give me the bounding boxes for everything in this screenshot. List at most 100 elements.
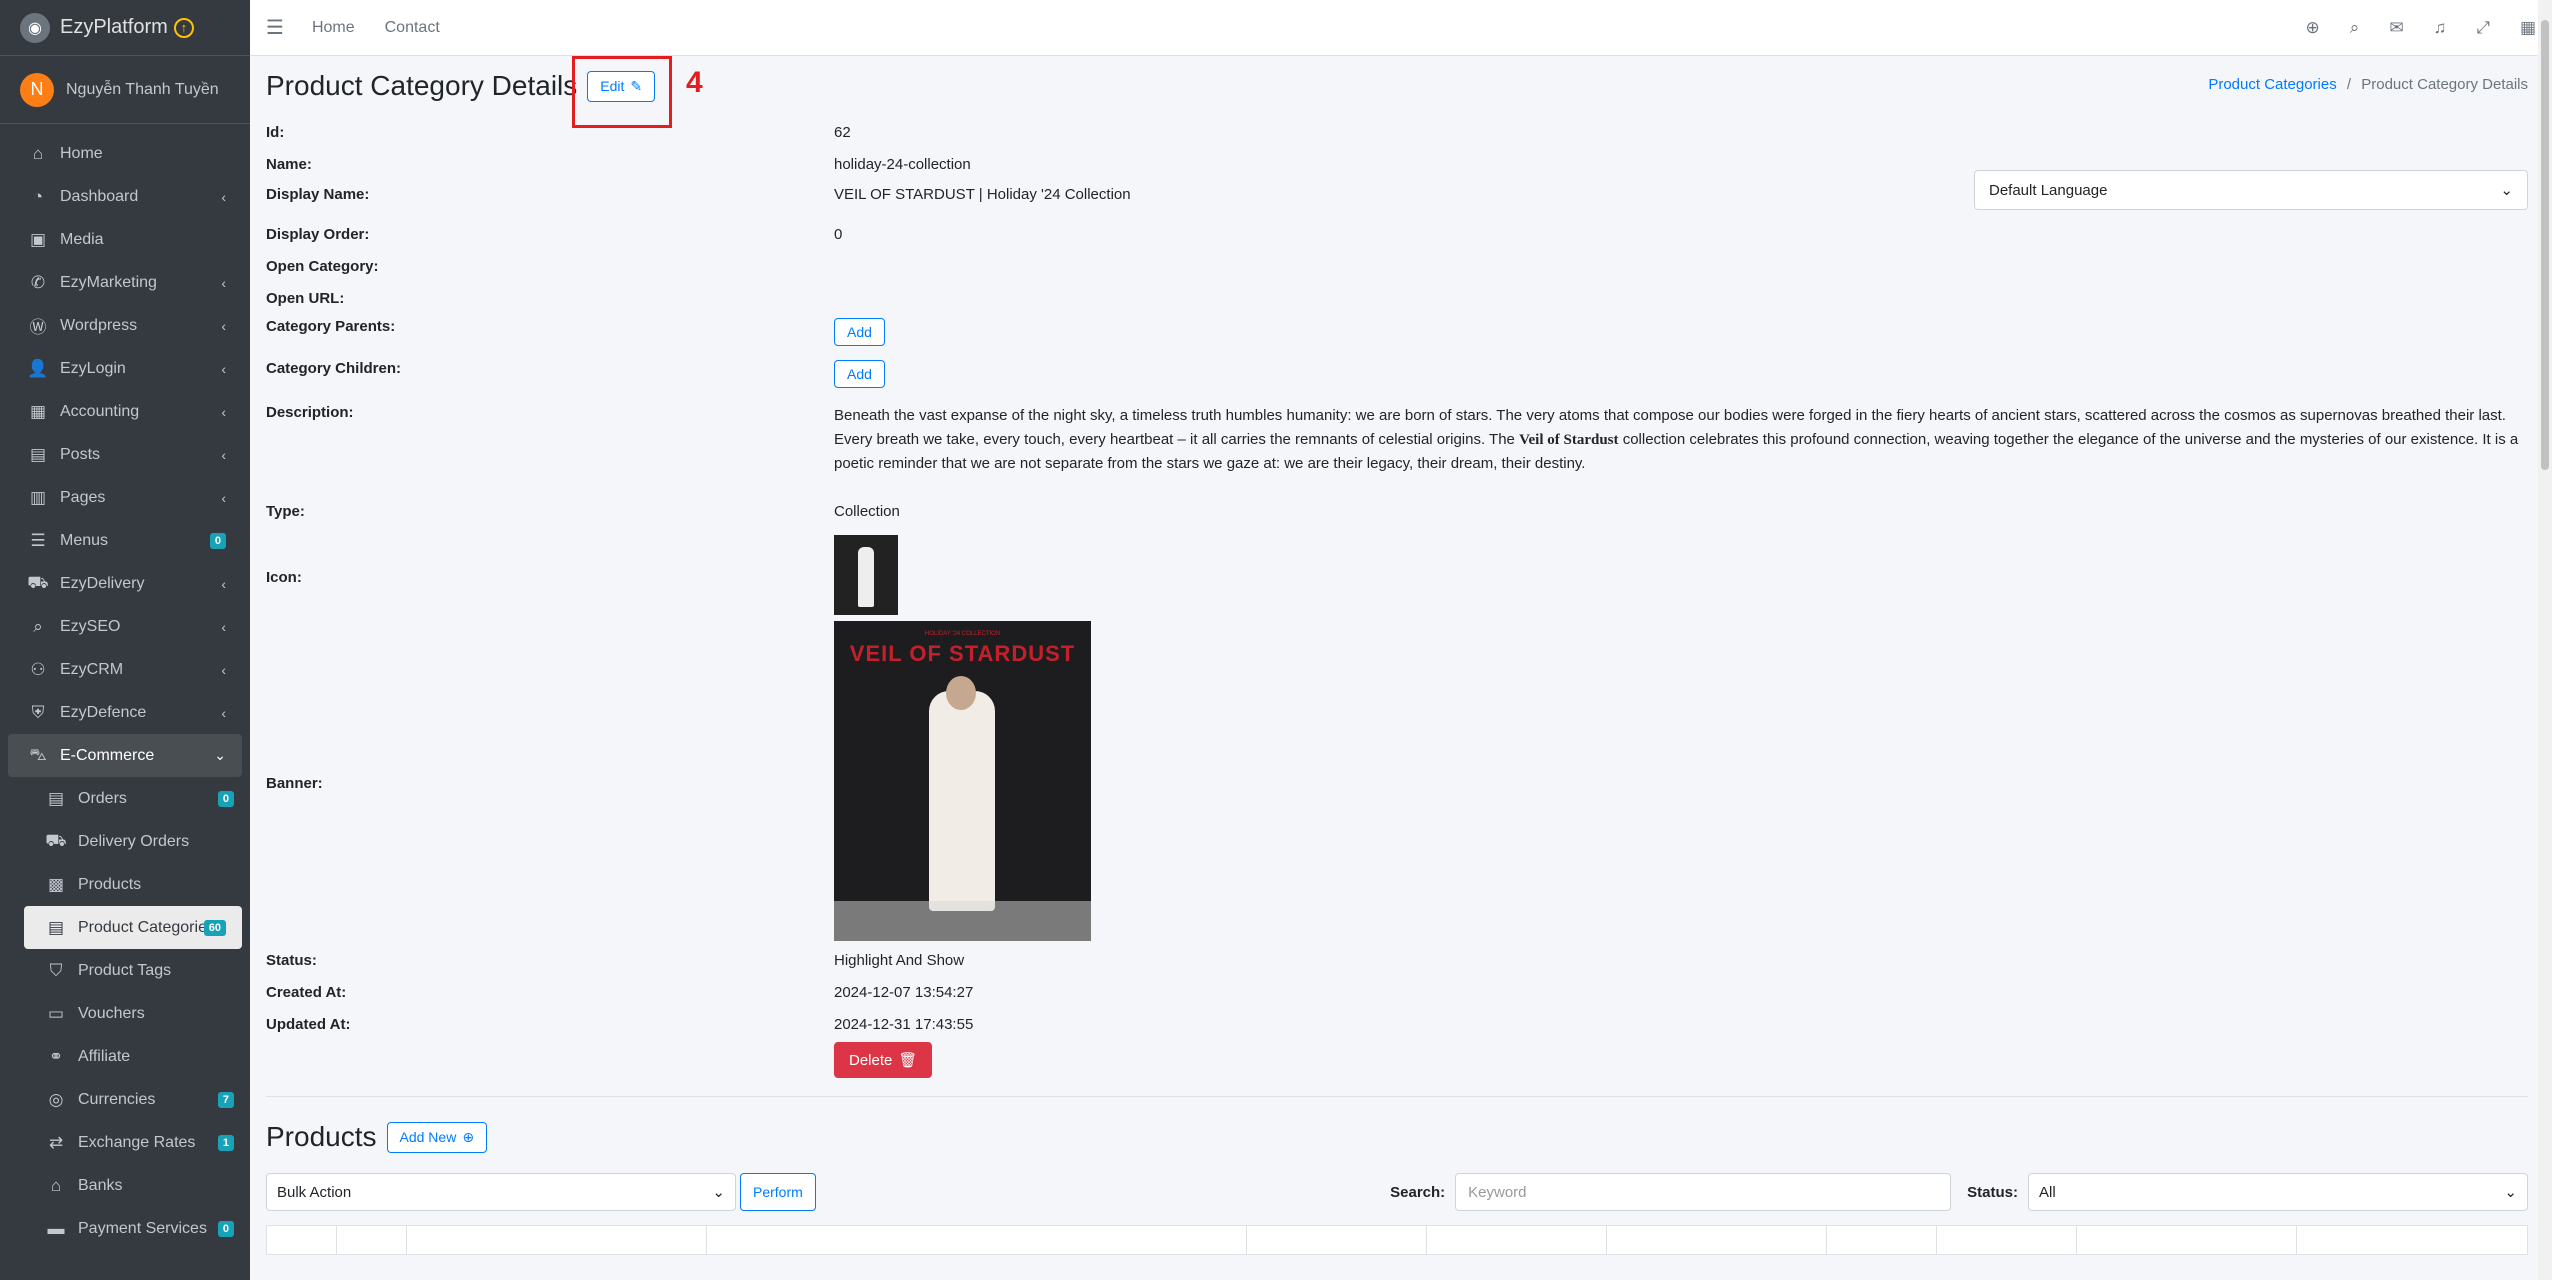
calculator-icon: ▦ (29, 401, 47, 421)
sidebar-item-ezymarketing[interactable]: ✆ EzyMarketing ‹ (0, 261, 250, 304)
user-panel[interactable]: N Nguyễn Thanh Tuyền (0, 56, 250, 124)
sidebar-item-ezyseo[interactable]: ⌕ EzySEO ‹ (0, 605, 250, 648)
menu-icon: ☰ (30, 530, 46, 550)
image-icon: ▣ (29, 229, 47, 249)
row-open-url: Open URL: (266, 289, 345, 307)
sidebar-item-dashboard[interactable]: ◔ Dashboard ‹ (0, 175, 250, 218)
tag-icon: ⛉ (49, 960, 63, 980)
fullscreen-icon[interactable]: ⤢ (2476, 18, 2490, 38)
sidebar-item-exchange-rates[interactable]: ⇄ Exchange Rates 1 (24, 1121, 250, 1164)
chevron-left-icon: ‹ (221, 704, 226, 721)
banner-figure (929, 691, 995, 911)
table-header-cell (337, 1226, 407, 1254)
row-status: Status: Highlight And Show (266, 951, 965, 969)
row-delete: Delete 🗑 (266, 1040, 2528, 1080)
annotation-number: 4 (686, 66, 703, 99)
sidebar-item-product-categories[interactable]: ▤ Product Categories 60 (24, 906, 242, 949)
orders-count-badge: 0 (217, 790, 234, 807)
sidebar-item-vouchers[interactable]: ▭ Vouchers (24, 992, 250, 1035)
row-open-category: Open Category: (266, 257, 379, 275)
dashboard-icon: ◔ (32, 186, 44, 206)
sidebar-item-orders[interactable]: ▤ Orders 0 (24, 777, 250, 820)
chevron-left-icon: ‹ (221, 489, 226, 506)
row-banner: Banner: HOLIDAY '24 COLLECTION VEIL OF S… (266, 621, 2528, 944)
search-input[interactable]: Keyword (1455, 1173, 1952, 1211)
bell-icon[interactable]: ♫ (2434, 18, 2447, 38)
sidebar-item-pages[interactable]: ▥ Pages ‹ (0, 476, 250, 519)
sidebar-item-wordpress[interactable]: Ⓦ Wordpress ‹ (0, 304, 250, 347)
ecommerce-submenu: ▤ Orders 0 ⛟ Delivery Orders ▩ Products ▤ Pro… (0, 777, 250, 1250)
sidebar-item-ezycrm[interactable]: ⚇ EzyCRM ‹ (0, 648, 250, 691)
page-scrollbar[interactable] (2538, 0, 2552, 1280)
sidebar-item-product-tags[interactable]: ⛉ Product Tags (24, 949, 250, 992)
topbar-actions: ⊕ ⌕ ✉ ♫ ⤢ ▦ (2306, 18, 2536, 38)
topbar-home-link[interactable]: Home (312, 19, 355, 37)
sidebar-item-home[interactable]: ⌂ Home (0, 132, 250, 175)
hamburger-menu-icon[interactable]: ☰ (266, 15, 284, 40)
sidebar-item-delivery-orders[interactable]: ⛟ Delivery Orders (24, 820, 250, 863)
row-created-at: Created At: 2024-12-07 13:54:27 (266, 983, 974, 1001)
status-filter-select[interactable]: All ⌄ (2028, 1173, 2528, 1211)
coins-icon: ◎ (48, 1089, 64, 1109)
delete-button[interactable]: Delete 🗑 (834, 1042, 933, 1078)
main-content: Product Category Details Edit ✎ 4 Product… (250, 56, 2552, 1280)
bulk-action-select[interactable]: Bulk Action ⌄ (266, 1173, 736, 1211)
sidebar-item-products[interactable]: ▩ Products (24, 863, 250, 906)
add-child-button[interactable]: Add (834, 360, 885, 388)
sidebar-item-affiliate[interactable]: ⚭ Affiliate (24, 1035, 250, 1078)
chevron-left-icon: ‹ (221, 403, 226, 420)
breadcrumb-product-categories[interactable]: Product Categories (2208, 76, 2336, 93)
content-header: Product Category Details Edit ✎ 4 Product… (266, 56, 2528, 128)
products-toolbar: Bulk Action ⌄ Perform Search: Keyword Sta… (266, 1173, 2528, 1211)
chevron-down-icon: ⌄ (2504, 1184, 2517, 1201)
chat-icon[interactable]: ✉ (2389, 18, 2403, 38)
sidebar-item-banks[interactable]: ⌂ Banks (24, 1164, 250, 1207)
language-select[interactable]: Default Language ⌄ (1974, 170, 2528, 210)
products-table-header (266, 1225, 2528, 1255)
products-header: Products Add New ⊕ (266, 1115, 2528, 1159)
sidebar-item-ezydelivery[interactable]: ⛟ EzyDelivery ‹ (0, 562, 250, 605)
shield-icon: ⛨ (31, 702, 45, 722)
sidebar-item-ezylogin[interactable]: 👤 EzyLogin ‹ (0, 347, 250, 390)
basket-icon: ⛍ (29, 744, 47, 764)
row-id: Id: 62 (266, 123, 851, 141)
row-updated-at: Updated At: 2024-12-31 17:43:55 (266, 1015, 974, 1033)
chevron-left-icon: ‹ (221, 317, 226, 334)
sidebar-item-menus[interactable]: ☰ Menus 0 (0, 519, 250, 562)
topbar: ☰ Home Contact ⊕ ⌕ ✉ ♫ ⤢ ▦ (250, 0, 2552, 56)
apps-grid-icon[interactable]: ▦ (2520, 18, 2536, 38)
sidebar-item-media[interactable]: ▣ Media (0, 218, 250, 261)
globe-icon[interactable]: ⊕ (2306, 18, 2320, 38)
breadcrumb-separator: / (2346, 76, 2352, 93)
categories-count-badge: 60 (203, 919, 226, 936)
sidebar-item-currencies[interactable]: ◎ Currencies 7 (24, 1078, 250, 1121)
select-all-checkbox[interactable] (267, 1226, 337, 1254)
status-filter-label: Status: (1967, 1183, 2018, 1201)
search-icon[interactable]: ⌕ (2350, 18, 2360, 38)
add-parent-button[interactable]: Add (834, 318, 885, 346)
posts-icon: ▤ (29, 444, 47, 464)
scrollbar-thumb[interactable] (2541, 20, 2549, 470)
sidebar-item-accounting[interactable]: ▦ Accounting ‹ (0, 390, 250, 433)
category-details: Default Language ⌄ Id: 62 Name: holiday-24-… (266, 116, 2528, 1080)
topbar-contact-link[interactable]: Contact (385, 19, 440, 37)
banner-snow (834, 901, 1091, 941)
products-title: Products (266, 1121, 377, 1152)
brand-logo-icon: ◉ (20, 12, 50, 43)
brand[interactable]: ◉ EzyPlatform ↑ (0, 0, 250, 56)
trash-icon: 🗑 (898, 1052, 918, 1069)
add-new-product-button[interactable]: Add New ⊕ (386, 1121, 488, 1153)
user-name: Nguyễn Thanh Tuyền (66, 80, 219, 98)
bank-icon: ⌂ (50, 1175, 62, 1195)
upgrade-icon[interactable]: ↑ (173, 17, 194, 38)
chevron-down-icon: ⌄ (712, 1184, 725, 1201)
sidebar-item-posts[interactable]: ▤ Posts ‹ (0, 433, 250, 476)
perform-button[interactable]: Perform (740, 1173, 816, 1211)
sidebar-item-payment-services[interactable]: ▬ Payment Services 0 (24, 1207, 250, 1250)
delivery-icon: ⛟ (45, 830, 67, 850)
user-lock-icon: 👤 (27, 358, 49, 378)
brand-name: EzyPlatform (60, 16, 168, 38)
avatar: N (20, 72, 54, 107)
sidebar-item-ezydefence[interactable]: ⛨ EzyDefence ‹ (0, 691, 250, 734)
sidebar-item-ecommerce[interactable]: ⛍ E-Commerce ⌄ (8, 734, 242, 777)
